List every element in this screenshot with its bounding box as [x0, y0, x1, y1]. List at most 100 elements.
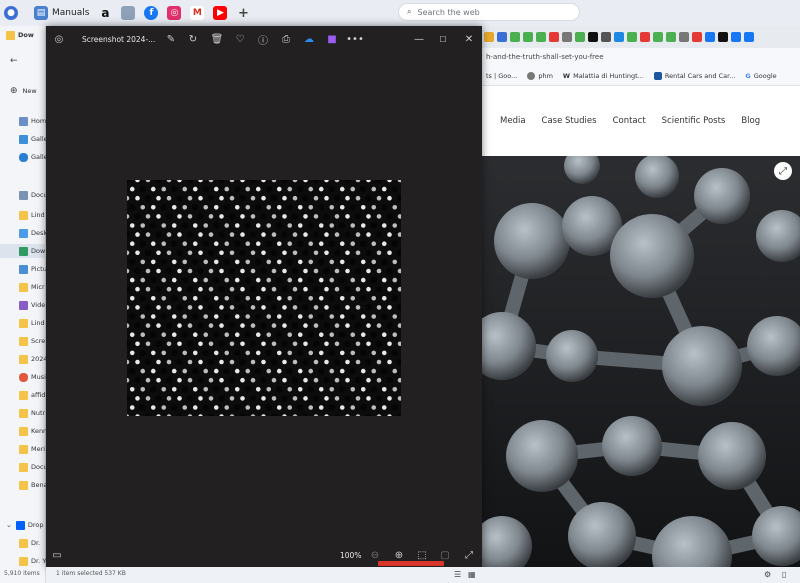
tab-icon[interactable] [562, 32, 572, 42]
browser-logo-icon[interactable]: ● [4, 6, 18, 20]
onedrive-icon[interactable]: ☁ [302, 32, 316, 46]
tab-icon[interactable] [731, 32, 741, 42]
nav-item[interactable]: Vide [0, 298, 46, 312]
tab-icon[interactable] [588, 32, 598, 42]
details-view-icon[interactable]: ☰ [454, 570, 464, 580]
nav-item[interactable]: Nutr [0, 406, 46, 420]
render-blob [610, 214, 694, 298]
tab-icon[interactable] [627, 32, 637, 42]
maximize-icon[interactable]: ☐ [436, 32, 450, 46]
lattice-atom [234, 259, 240, 265]
tab-icon[interactable] [705, 32, 715, 42]
nav-item[interactable]: Lind [0, 316, 46, 330]
lattice-atom [381, 387, 387, 392]
nav-item-selected[interactable]: Dow [0, 244, 46, 258]
bookmark-item[interactable]: phm [527, 71, 553, 80]
fit-to-window-icon[interactable]: ⬚ [415, 548, 429, 562]
nav-link-scientific-posts[interactable]: Scientific Posts [662, 116, 726, 126]
edit-icon[interactable]: ✎ [164, 32, 178, 46]
bookmark-item[interactable]: ts | Goo... [486, 72, 517, 80]
tab-icon[interactable] [523, 32, 533, 42]
nav-item[interactable]: Meri [0, 442, 46, 456]
close-icon[interactable]: ✕ [462, 32, 476, 46]
new-button[interactable]: ⊕ New [0, 84, 46, 98]
nav-item[interactable]: Galle [0, 150, 46, 164]
tab-icon[interactable] [679, 32, 689, 42]
facebook-icon[interactable]: f [144, 6, 159, 20]
nav-item[interactable]: Galle [0, 132, 46, 146]
tab-icon[interactable] [718, 32, 728, 42]
tab-icon[interactable] [640, 32, 650, 42]
nav-item[interactable]: Docu [0, 188, 46, 202]
viewer-title: Screenshot 2024-... [82, 35, 156, 44]
tab-icon[interactable] [510, 32, 520, 42]
tab-icon[interactable] [549, 32, 559, 42]
nav-item[interactable]: Pictu [0, 262, 46, 276]
lattice-hole [297, 295, 304, 302]
nav-item[interactable]: Kenn [0, 424, 46, 438]
search-bar[interactable]: ⌕ Search the web [398, 3, 580, 21]
tab-icon[interactable] [601, 32, 611, 42]
favorite-icon[interactable]: ♡ [233, 32, 247, 46]
info-icon[interactable]: ⓘ [256, 32, 270, 47]
nav-item[interactable]: Musi [0, 370, 46, 384]
manuals-icon[interactable]: ▤ [34, 6, 48, 20]
nav-item[interactable]: Hom [0, 114, 46, 128]
tablet-icon[interactable] [121, 6, 136, 20]
nav-item[interactable]: Docu [0, 460, 46, 474]
nav-item[interactable]: 2024 [0, 352, 46, 366]
explorer-tab[interactable]: Dow [0, 28, 46, 42]
tab-icon[interactable] [484, 32, 494, 42]
settings-icon[interactable]: ⚙ [764, 570, 774, 580]
nav-item[interactable]: affid [0, 388, 46, 402]
tab-icon[interactable] [614, 32, 624, 42]
back-button[interactable]: ← [0, 54, 46, 68]
clipchamp-icon[interactable]: ■ [325, 32, 339, 46]
fullscreen-icon[interactable]: ⤢ [462, 548, 476, 562]
filmstrip-icon[interactable]: ▭ [50, 548, 64, 562]
manuals-label[interactable]: Manuals [52, 8, 89, 18]
nav-link-blog[interactable]: Blog [741, 116, 760, 126]
sidebar-toggle-icon[interactable]: ▯ [782, 570, 792, 580]
lattice-hole [239, 358, 246, 366]
nav-item[interactable]: Dr. Young in Gallen Kar [0, 554, 46, 568]
youtube-icon[interactable]: ▶ [213, 6, 228, 20]
tab-icon[interactable] [536, 32, 546, 42]
amazon-icon[interactable]: a [98, 6, 112, 20]
nav-item[interactable]: Micr [0, 280, 46, 294]
nav-item[interactable]: Lind [0, 208, 46, 222]
lattice-atom [381, 350, 387, 356]
nav-link-contact[interactable]: Contact [613, 116, 646, 126]
bookmark-item[interactable]: W Malattia di Huntingt... [563, 72, 644, 80]
add-shortcut-icon[interactable]: + [236, 6, 250, 21]
nav-link-media[interactable]: Media [500, 116, 526, 126]
nav-item[interactable]: Scre [0, 334, 46, 348]
tab-icon[interactable] [653, 32, 663, 42]
tab-icon[interactable] [575, 32, 585, 42]
url-bar[interactable]: h-and-the-truth-shall-set-you-free [482, 48, 800, 66]
nav-item[interactable]: Dr. [0, 536, 46, 550]
tab-icon[interactable] [744, 32, 754, 42]
tab-icon[interactable] [666, 32, 676, 42]
delete-icon[interactable]: 🗑 [210, 32, 224, 46]
print-icon[interactable]: ⎙ [279, 32, 293, 46]
minimize-icon[interactable]: — [412, 32, 426, 46]
nav-link-case-studies[interactable]: Case Studies [542, 116, 597, 126]
tiles-view-icon[interactable]: ▦ [468, 570, 478, 580]
zoom-in-icon[interactable]: ⊕ [392, 548, 406, 562]
zoom-out-icon[interactable]: ⊖ [368, 548, 382, 562]
bookmark-item[interactable]: G Google [745, 72, 776, 80]
nav-item[interactable]: Bena [0, 478, 46, 492]
bookmark-item[interactable]: Rental Cars and Car... [653, 71, 735, 80]
instagram-icon[interactable]: ◎ [167, 6, 182, 20]
tab-icon[interactable] [692, 32, 702, 42]
nav-item[interactable]: ⌄ Drop [0, 518, 46, 532]
expand-icon[interactable]: ⤢ [774, 162, 792, 180]
rotate-icon[interactable]: ↻ [186, 32, 200, 46]
actual-size-icon[interactable]: ▢ [438, 548, 452, 562]
more-options-icon[interactable]: ••• [346, 32, 364, 46]
tab-icon[interactable] [497, 32, 507, 42]
folder-icon [19, 318, 28, 328]
nav-item[interactable]: Desk [0, 226, 46, 240]
gmail-icon[interactable]: M [190, 6, 205, 20]
